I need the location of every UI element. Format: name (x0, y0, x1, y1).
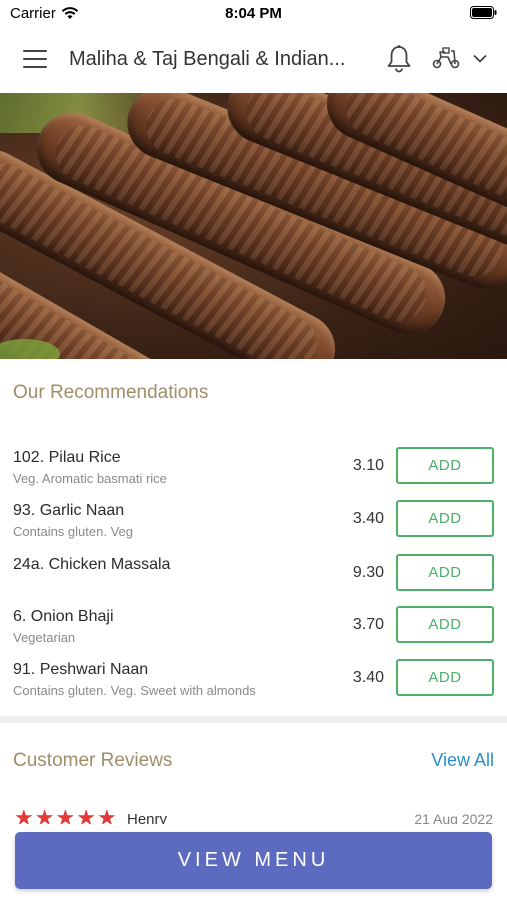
recommendations-section: Our Recommendations 102. Pilau Rice Veg.… (0, 359, 507, 716)
hero-image (0, 93, 507, 359)
add-button[interactable]: ADD (396, 554, 494, 591)
menu-item-row: 24a. Chicken Massala 9.30 ADD (0, 554, 507, 609)
add-button[interactable]: ADD (396, 447, 494, 484)
item-price: 3.40 (352, 510, 384, 527)
recommendations-title: Our Recommendations (13, 382, 209, 403)
reviews-title: Customer Reviews (13, 750, 173, 771)
view-all-link[interactable]: View All (431, 750, 494, 771)
menu-item-row: 91. Peshwari Naan Contains gluten. Veg. … (0, 659, 507, 714)
menu-item-row: 93. Garlic Naan Contains gluten. Veg 3.4… (0, 500, 507, 555)
item-price: 3.40 (352, 669, 384, 686)
view-menu-button[interactable]: VIEW MENU (15, 832, 492, 889)
menu-item-row: 6. Onion Bhaji Vegetarian 3.70 ADD (0, 606, 507, 661)
chevron-down-icon[interactable] (473, 54, 487, 64)
scooter-icon[interactable] (431, 47, 461, 69)
status-bar: Carrier 8:04 PM (0, 0, 507, 26)
add-button[interactable]: ADD (396, 659, 494, 696)
bell-icon[interactable] (386, 44, 412, 74)
menu-item-row: 102. Pilau Rice Veg. Aromatic basmati ri… (0, 447, 507, 502)
status-time: 8:04 PM (225, 5, 282, 22)
item-name: 91. Peshwari Naan (13, 661, 149, 678)
item-name: 102. Pilau Rice (13, 449, 121, 466)
item-name: 93. Garlic Naan (13, 502, 125, 519)
item-description: Veg. Aromatic basmati rice (13, 471, 167, 486)
add-button[interactable]: ADD (396, 500, 494, 537)
item-name: 24a. Chicken Massala (13, 556, 171, 573)
battery-icon (470, 6, 497, 19)
restaurant-title: Maliha & Taj Bengali & Indian... (69, 48, 346, 70)
item-price: 3.70 (352, 616, 384, 633)
item-description: Contains gluten. Veg (13, 524, 133, 539)
add-button[interactable]: ADD (396, 606, 494, 643)
app-header: Maliha & Taj Bengali & Indian... (0, 26, 507, 93)
item-price: 9.30 (352, 564, 384, 581)
hamburger-icon[interactable] (23, 50, 47, 70)
item-price: 3.10 (352, 457, 384, 474)
item-description: Contains gluten. Veg. Sweet with almonds (13, 683, 256, 698)
item-description: Vegetarian (13, 630, 76, 645)
section-divider (0, 716, 507, 723)
item-name: 6. Onion Bhaji (13, 608, 114, 625)
